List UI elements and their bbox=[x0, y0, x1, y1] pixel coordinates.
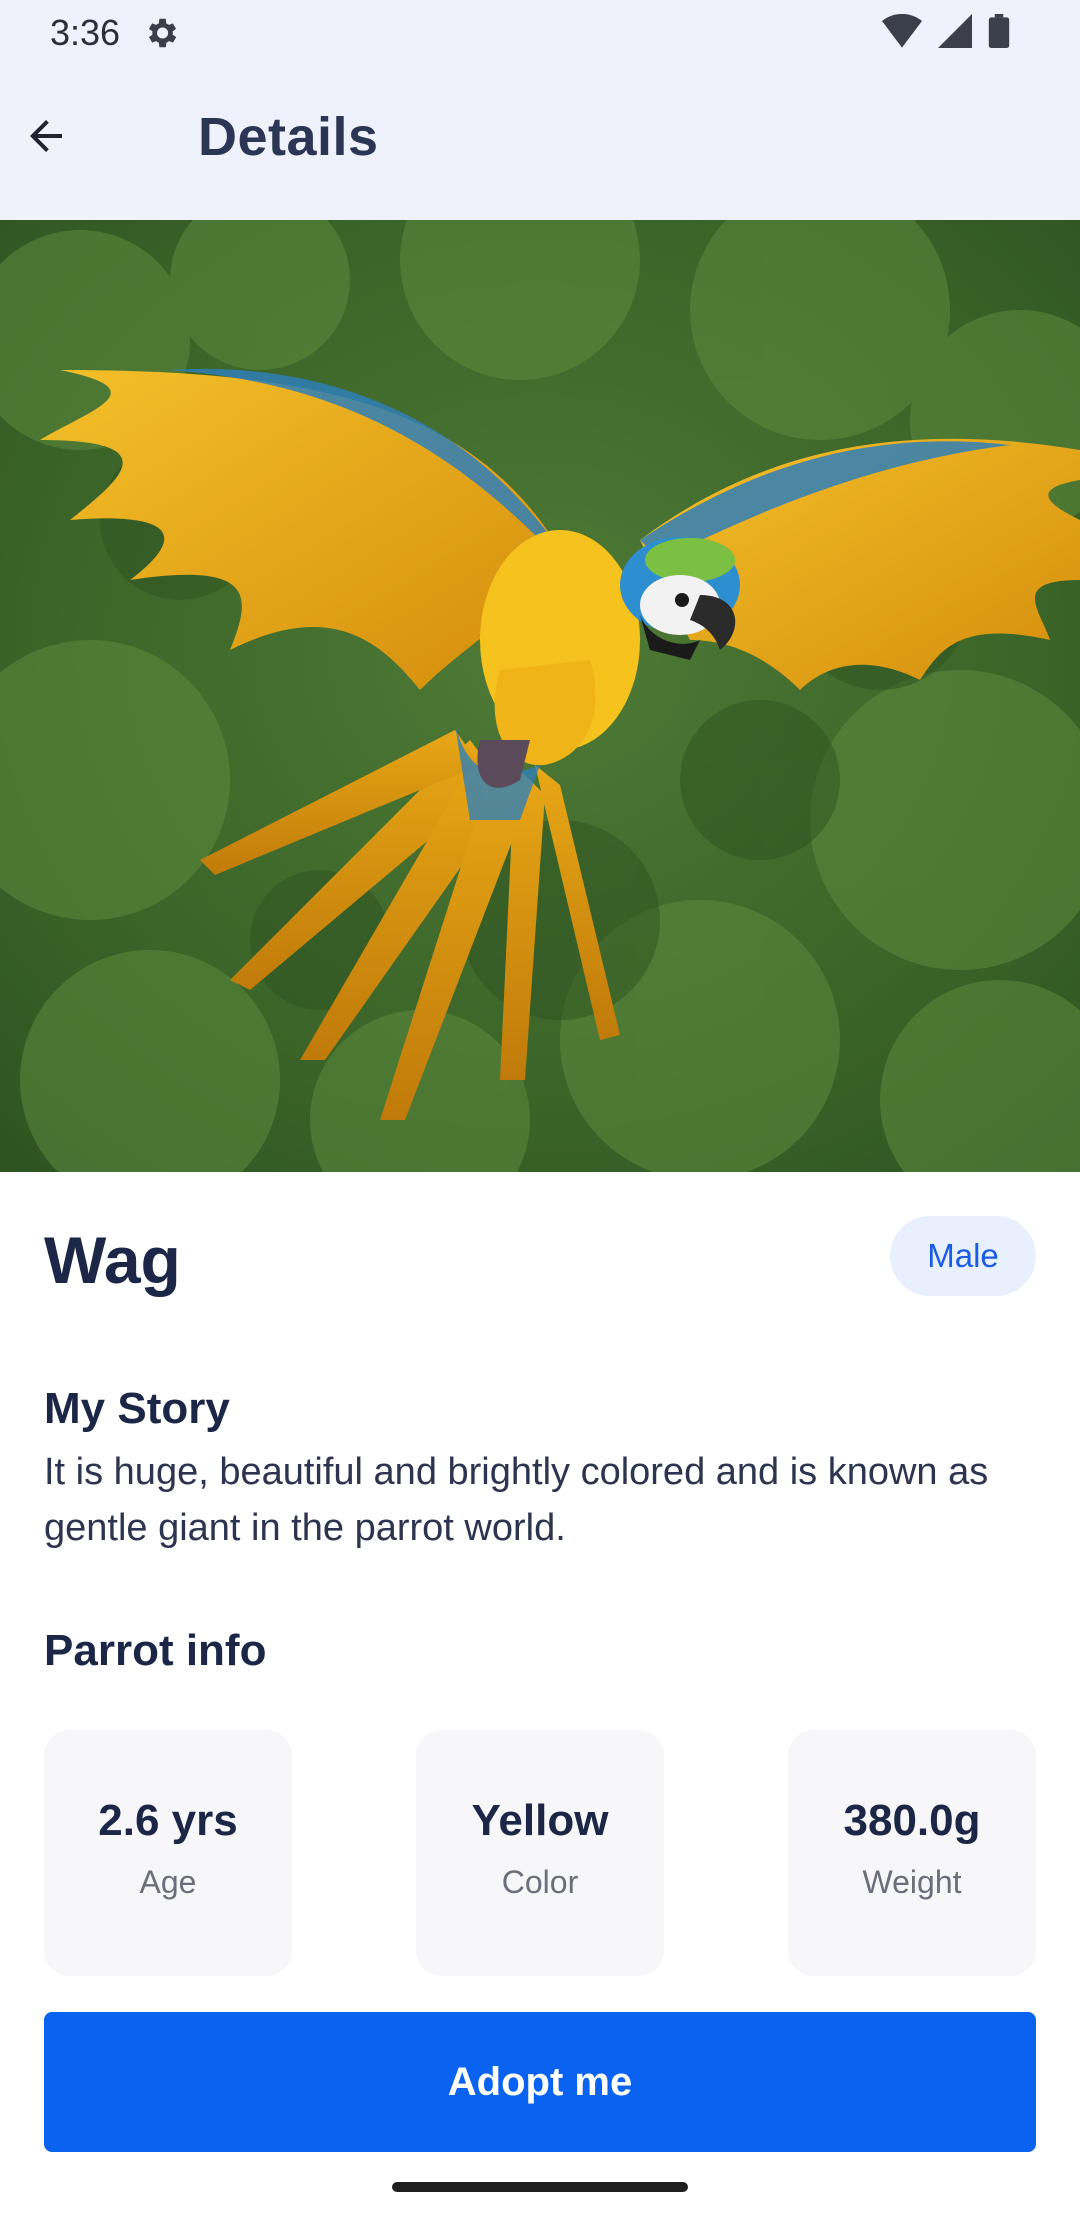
top-app-bar: Details bbox=[0, 66, 1080, 220]
info-value: Yellow bbox=[471, 1796, 609, 1845]
info-label: Color bbox=[501, 1864, 579, 1900]
pet-name: Wag bbox=[44, 1223, 181, 1297]
info-value: 380.0g bbox=[843, 1796, 981, 1845]
arrow-back-icon bbox=[22, 112, 70, 165]
battery-icon bbox=[988, 13, 1010, 53]
info-label: Weight bbox=[862, 1864, 962, 1900]
home-indicator[interactable] bbox=[392, 2182, 688, 2192]
wifi-icon bbox=[882, 13, 922, 53]
pet-photo bbox=[0, 220, 1080, 1172]
settings-gear-icon bbox=[142, 14, 180, 52]
status-bar: 3:36 bbox=[0, 0, 1080, 66]
page-title: Details bbox=[198, 107, 379, 167]
info-card-age: 2.6 yrs Age bbox=[44, 1730, 292, 1976]
info-heading: Parrot info bbox=[44, 1626, 267, 1675]
info-value: 2.6 yrs bbox=[98, 1796, 238, 1845]
story-text: It is huge, beautiful and brightly color… bbox=[44, 1451, 989, 1549]
info-label: Age bbox=[139, 1864, 197, 1900]
info-card-weight: 380.0g Weight bbox=[788, 1730, 1036, 1976]
status-time: 3:36 bbox=[50, 12, 121, 53]
back-button[interactable] bbox=[14, 106, 78, 170]
info-card-color: Yellow Color bbox=[416, 1730, 664, 1976]
adopt-button[interactable]: Adopt me bbox=[44, 2012, 1036, 2152]
signal-icon bbox=[938, 13, 972, 53]
gender-badge: Male bbox=[890, 1216, 1036, 1296]
story-heading: My Story bbox=[44, 1384, 230, 1433]
